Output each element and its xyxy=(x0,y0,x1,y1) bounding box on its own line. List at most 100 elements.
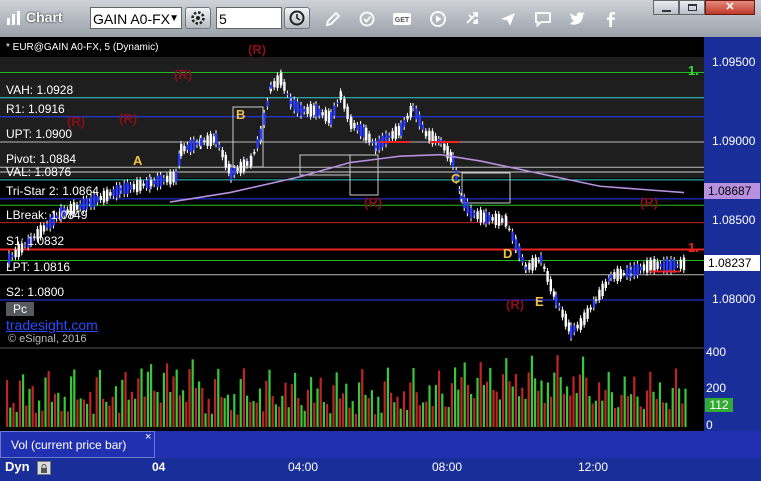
candle-body xyxy=(109,192,112,196)
candle-body xyxy=(227,163,231,174)
volume-bar xyxy=(319,377,322,427)
volume-bar xyxy=(492,389,495,427)
volume-bar xyxy=(540,380,543,427)
swap-icon[interactable] xyxy=(463,9,483,29)
pencil-icon[interactable] xyxy=(323,9,343,29)
minimize-button[interactable] xyxy=(653,0,679,15)
candle-body xyxy=(276,75,279,88)
candle-body xyxy=(253,152,256,154)
volume-bar xyxy=(607,371,610,427)
candle-body xyxy=(473,212,476,216)
volume-bar xyxy=(441,393,444,427)
volume-panel[interactable] xyxy=(0,347,704,431)
candle-body xyxy=(656,261,659,269)
volume-bar xyxy=(108,405,111,427)
candle-body xyxy=(242,159,246,172)
play-icon[interactable] xyxy=(428,9,448,29)
volume-bar xyxy=(172,376,175,427)
wave-label-e: E xyxy=(535,294,544,309)
gear-button[interactable] xyxy=(185,7,211,29)
candle-body xyxy=(150,179,153,187)
candle-body xyxy=(511,231,514,241)
candle-body xyxy=(215,133,218,145)
candle-body xyxy=(142,183,145,186)
volume-bar xyxy=(617,407,620,427)
volume-bar xyxy=(380,412,383,427)
candle-body xyxy=(537,259,541,262)
volume-bar xyxy=(297,398,300,427)
candle-body xyxy=(662,259,666,271)
volume-bar xyxy=(220,397,223,427)
volume-bar xyxy=(76,399,79,427)
volume-bar xyxy=(6,380,9,427)
clock-icon xyxy=(289,10,305,26)
candle-body xyxy=(491,217,494,221)
candle-body xyxy=(479,209,482,223)
refresh-icon[interactable] xyxy=(357,9,377,29)
candle-body xyxy=(183,146,186,152)
volume-bar xyxy=(271,395,274,427)
facebook-icon[interactable] xyxy=(601,9,621,29)
volume-label-bar: Vol (current price bar) × xyxy=(0,431,761,458)
price-tick-2: 1.08500 xyxy=(712,213,756,227)
volume-bar xyxy=(530,355,533,427)
volume-chart[interactable] xyxy=(0,347,704,431)
volume-bar xyxy=(268,369,271,427)
volume-bar xyxy=(486,381,489,427)
candle-body xyxy=(132,184,136,190)
send-icon[interactable] xyxy=(498,9,518,29)
candle-body xyxy=(525,266,528,271)
volume-bar xyxy=(489,367,492,427)
candle-body xyxy=(286,93,289,96)
maximize-button[interactable] xyxy=(679,0,705,15)
volume-bar xyxy=(50,401,53,427)
price-chart[interactable] xyxy=(0,37,704,347)
candle-body xyxy=(11,254,14,258)
volume-bar xyxy=(169,391,172,427)
volume-bar xyxy=(393,402,396,427)
time-label-04: 04 xyxy=(152,460,166,474)
gear-icon xyxy=(191,11,205,25)
candle-body xyxy=(646,260,649,273)
time-axis[interactable]: Dyn 04 04:00 08:00 12:00 xyxy=(0,458,761,481)
get-icon[interactable]: GET xyxy=(392,9,412,29)
volume-bar xyxy=(124,372,127,427)
candle-body xyxy=(209,133,212,147)
candle-body xyxy=(90,196,93,208)
symbol-input[interactable]: GAIN A0-FX ▼ xyxy=(90,7,182,29)
reversal-mark-2: (R) xyxy=(67,114,86,129)
volume-bar xyxy=(626,396,629,427)
price-marker-1: 1.08237 xyxy=(704,254,760,271)
symbol-dropdown-icon[interactable]: ▼ xyxy=(169,8,179,30)
volume-bar xyxy=(514,374,517,427)
dyn-label[interactable]: Dyn xyxy=(5,459,30,474)
candle-body xyxy=(610,274,613,279)
candle-body xyxy=(175,171,178,182)
candle-body xyxy=(598,289,601,301)
reversal-mark-5: (R) xyxy=(640,195,659,210)
price-panel[interactable]: * EUR@GAIN A0-FX, 5 (Dynamic) VAH: 1.092… xyxy=(0,37,704,347)
twitter-icon[interactable] xyxy=(568,9,588,29)
tradesight-link[interactable]: tradesight.com xyxy=(6,317,98,333)
candle-body xyxy=(221,150,224,158)
candle-body xyxy=(296,101,299,114)
close-button[interactable]: ✕ xyxy=(705,0,755,15)
candle-body xyxy=(145,180,148,188)
candle-body xyxy=(463,196,466,208)
vol-tick-400: 400 xyxy=(706,345,727,359)
volume-bar xyxy=(665,402,668,427)
volume-bar xyxy=(226,394,229,427)
lock-icon[interactable] xyxy=(37,461,51,475)
volume-close-icon[interactable]: × xyxy=(145,431,151,443)
candle-body xyxy=(642,264,646,271)
volume-bar xyxy=(281,395,284,427)
interval-input[interactable]: 5 xyxy=(216,7,282,29)
comment-icon[interactable] xyxy=(533,9,553,29)
candle-body xyxy=(476,211,479,219)
volume-bar xyxy=(473,398,476,427)
price-axis[interactable]: 1.09500 1.09000 1.08500 1.08000 1.08687 1.08… xyxy=(704,37,761,347)
candle-body xyxy=(230,167,233,180)
candle-body xyxy=(552,291,556,297)
clock-button[interactable] xyxy=(284,7,310,29)
volume-bar xyxy=(316,388,319,427)
